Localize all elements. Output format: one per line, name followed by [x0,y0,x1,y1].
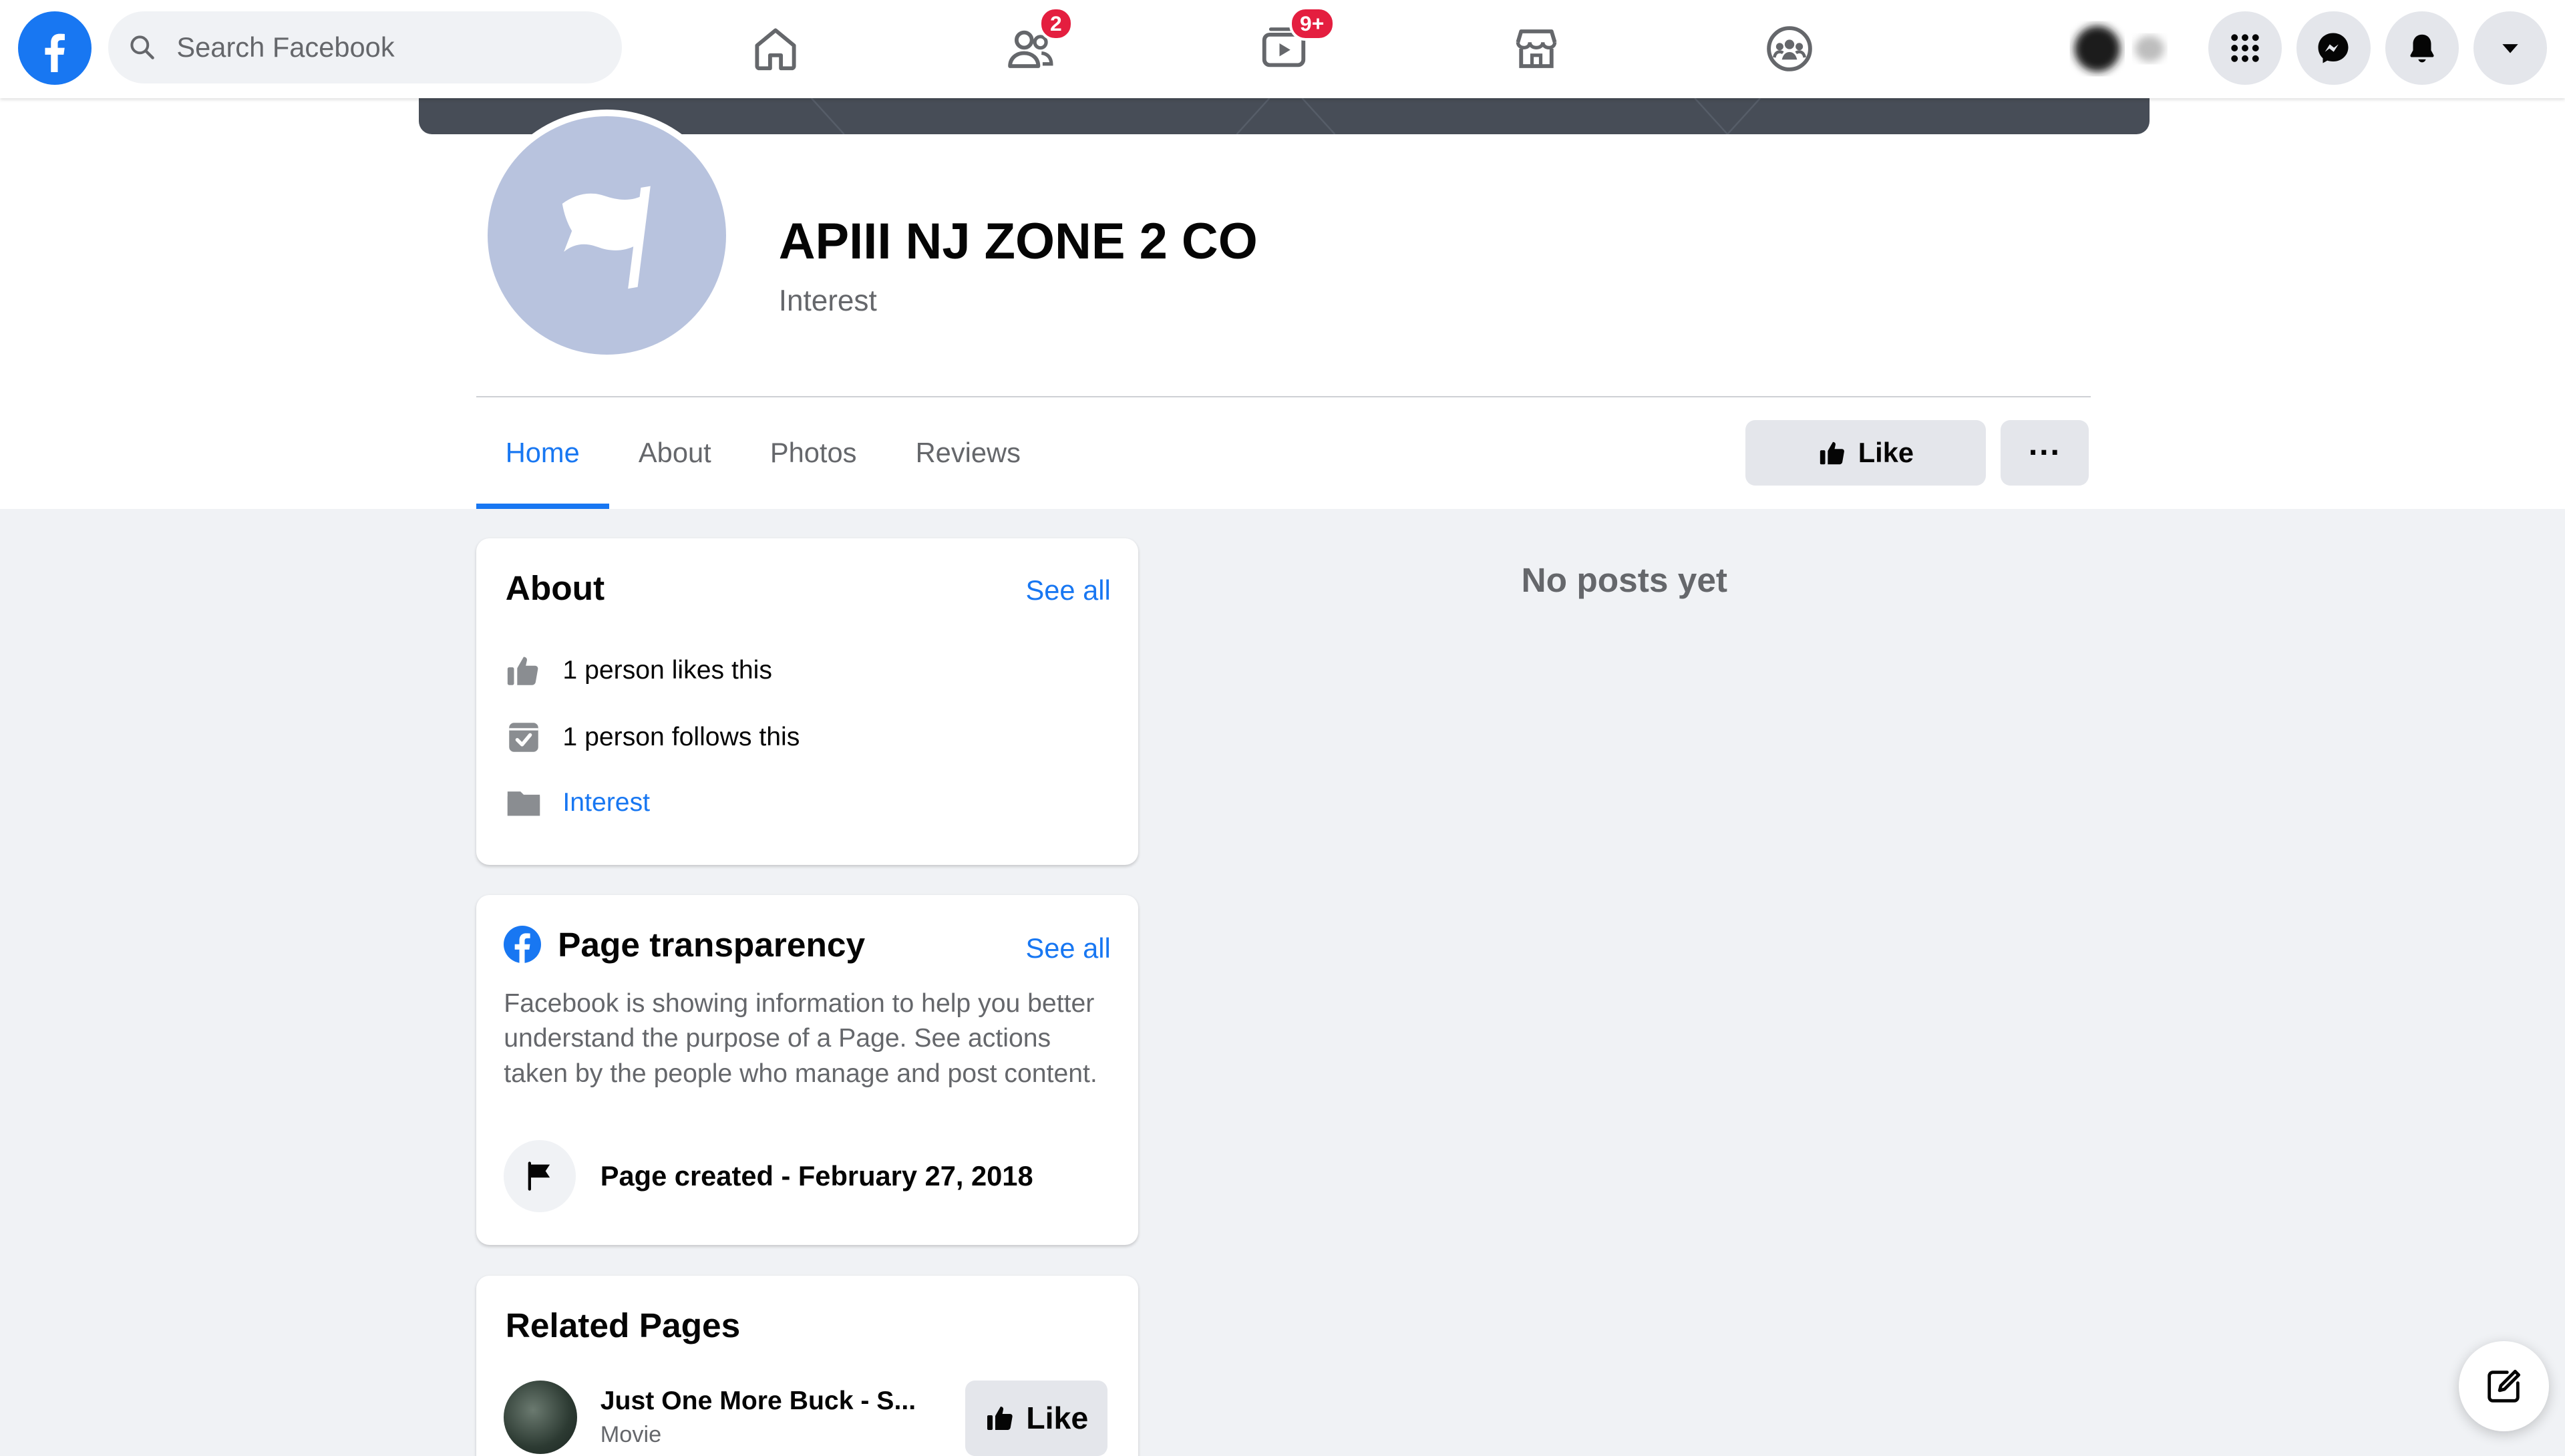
category-row: Interest [504,783,650,823]
messenger-button[interactable] [2296,11,2371,85]
menu-button[interactable] [2208,11,2282,85]
bell-icon [2404,30,2440,66]
more-options-icon: ··· [2028,435,2061,472]
compose-icon [2482,1365,2525,1408]
tab-reviews[interactable]: Reviews [886,397,1050,509]
search-icon [128,33,157,62]
top-navigation-bar: 2 9+ [0,0,2565,98]
transparency-see-all-link[interactable]: See all [1025,932,1110,964]
related-page-category: Movie [600,1422,662,1448]
related-page-name[interactable]: Just One More Buck - S... [601,1387,916,1416]
category-link[interactable]: Interest [562,788,650,817]
home-icon [749,23,802,75]
like-page-button[interactable]: Like [1745,420,1987,486]
tab-photos[interactable]: Photos [741,397,886,509]
related-like-label: Like [1026,1401,1089,1436]
facebook-logo-icon [504,926,542,964]
likes-count-text: 1 person likes this [562,656,772,685]
page-title: APIII NJ ZONE 2 CO [778,213,1258,270]
nav-marketplace-tab[interactable] [1495,13,1576,85]
notifications-button[interactable] [2385,11,2459,85]
about-card-title: About [505,568,605,607]
nav-watch-tab[interactable]: 9+ [1243,6,1335,85]
search-input[interactable] [176,31,586,64]
watch-notification-badge: 9+ [1289,6,1335,41]
page-created-row: Page created - February 27, 2018 [504,1139,1033,1212]
page-tabs: Home About Photos Reviews [476,397,1050,509]
search-bar[interactable] [108,11,622,83]
grid-menu-icon [2227,30,2263,66]
likes-count-row: 1 person likes this [504,651,772,691]
follows-count-row: 1 person follows this [504,718,800,757]
friends-notification-badge: 2 [1039,6,1073,41]
more-options-button[interactable]: ··· [2001,420,2089,486]
flag-icon [487,116,727,355]
follow-check-icon [504,718,543,757]
nav-groups-tab[interactable] [1749,13,1830,85]
about-see-all-link[interactable]: See all [1025,574,1110,606]
related-page-like-button[interactable]: Like [965,1380,1107,1456]
transparency-card-title: Page transparency [558,924,866,964]
related-page-item[interactable]: Just One More Buck - S... Movie [504,1380,916,1455]
related-pages-card: Related Pages Just One More Buck - S... … [476,1276,1139,1456]
page-category[interactable]: Interest [779,285,877,318]
chevron-down-icon [2497,35,2524,61]
thumbs-up-icon [504,651,543,691]
page-flag-icon [504,1139,576,1212]
related-pages-title: Related Pages [505,1306,741,1345]
account-profile-button[interactable] [2065,16,2182,81]
thumbs-up-icon [985,1402,1017,1434]
nav-friends-tab[interactable]: 2 [990,6,1073,85]
empty-feed-message: No posts yet [1521,560,1728,599]
like-button-label: Like [1858,437,1914,469]
about-card: About See all 1 person likes this 1 pers… [476,538,1139,866]
page-created-text: Page created - February 27, 2018 [600,1159,1033,1192]
tab-home[interactable]: Home [476,397,610,509]
tab-about[interactable]: About [609,397,741,509]
folder-icon [504,783,543,823]
marketplace-icon [1510,23,1562,75]
nav-home-tab[interactable] [735,13,816,85]
account-menu-button[interactable] [2473,11,2548,85]
related-page-avatar[interactable] [504,1380,578,1455]
cover-photo[interactable] [418,98,2150,134]
transparency-description: Facebook is showing information to help … [504,988,1097,1089]
new-message-button[interactable] [2458,1341,2549,1431]
facebook-logo-icon[interactable] [17,11,92,85]
page-profile-picture[interactable] [481,110,733,362]
follows-count-text: 1 person follows this [562,723,800,752]
thumbs-up-icon [1818,437,1848,468]
page-transparency-card: Page transparency See all Facebook is sh… [476,894,1139,1245]
groups-icon [1763,23,1816,75]
messenger-icon [2315,30,2351,66]
page-header [0,98,2565,509]
